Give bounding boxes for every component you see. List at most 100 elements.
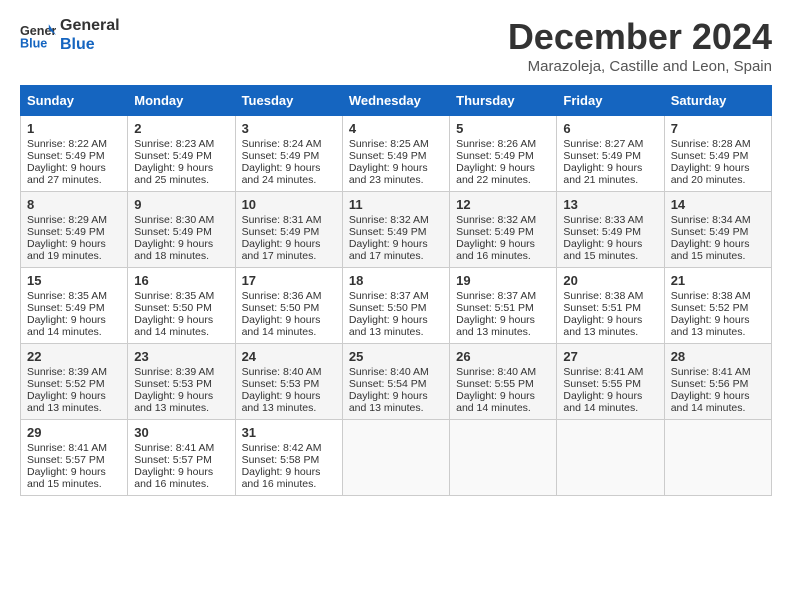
sunset-label: Sunset: 5:49 PM [242,226,320,238]
svg-text:Blue: Blue [20,37,47,51]
sunrise-label: Sunrise: 8:22 AM [27,138,107,150]
day-number: 8 [27,197,121,212]
calendar-table: SundayMondayTuesdayWednesdayThursdayFrid… [20,85,772,496]
daylight-label: Daylight: 9 hours and 16 minutes. [134,466,213,490]
weekday-header-monday: Monday [128,86,235,116]
day-number: 25 [349,349,443,364]
daylight-label: Daylight: 9 hours and 14 minutes. [134,314,213,338]
calendar-cell: 6 Sunrise: 8:27 AM Sunset: 5:49 PM Dayli… [557,116,664,192]
sunset-label: Sunset: 5:49 PM [134,150,212,162]
day-number: 29 [27,425,121,440]
day-number: 1 [27,121,121,136]
sunset-label: Sunset: 5:57 PM [134,454,212,466]
sunset-label: Sunset: 5:52 PM [27,378,105,390]
sunrise-label: Sunrise: 8:38 AM [563,290,643,302]
day-number: 13 [563,197,657,212]
sunset-label: Sunset: 5:49 PM [27,302,105,314]
sunset-label: Sunset: 5:51 PM [456,302,534,314]
day-number: 22 [27,349,121,364]
logo: General Blue General Blue [20,16,120,54]
sunrise-label: Sunrise: 8:42 AM [242,442,322,454]
calendar-cell [557,420,664,496]
logo-blue: Blue [60,35,120,54]
daylight-label: Daylight: 9 hours and 17 minutes. [242,238,321,262]
sunrise-label: Sunrise: 8:29 AM [27,214,107,226]
calendar-cell: 22 Sunrise: 8:39 AM Sunset: 5:52 PM Dayl… [21,344,128,420]
sunset-label: Sunset: 5:56 PM [671,378,749,390]
calendar-cell: 20 Sunrise: 8:38 AM Sunset: 5:51 PM Dayl… [557,268,664,344]
calendar-cell: 26 Sunrise: 8:40 AM Sunset: 5:55 PM Dayl… [450,344,557,420]
day-number: 5 [456,121,550,136]
calendar-cell: 27 Sunrise: 8:41 AM Sunset: 5:55 PM Dayl… [557,344,664,420]
calendar-cell [342,420,449,496]
day-number: 14 [671,197,765,212]
sunrise-label: Sunrise: 8:31 AM [242,214,322,226]
sunrise-label: Sunrise: 8:40 AM [349,366,429,378]
calendar-title: December 2024 [508,16,772,58]
sunset-label: Sunset: 5:55 PM [563,378,641,390]
calendar-cell: 2 Sunrise: 8:23 AM Sunset: 5:49 PM Dayli… [128,116,235,192]
daylight-label: Daylight: 9 hours and 13 minutes. [563,314,642,338]
day-number: 23 [134,349,228,364]
daylight-label: Daylight: 9 hours and 14 minutes. [27,314,106,338]
sunrise-label: Sunrise: 8:32 AM [456,214,536,226]
sunrise-label: Sunrise: 8:25 AM [349,138,429,150]
daylight-label: Daylight: 9 hours and 13 minutes. [349,314,428,338]
day-number: 12 [456,197,550,212]
sunset-label: Sunset: 5:49 PM [456,150,534,162]
calendar-cell: 17 Sunrise: 8:36 AM Sunset: 5:50 PM Dayl… [235,268,342,344]
sunset-label: Sunset: 5:58 PM [242,454,320,466]
sunset-label: Sunset: 5:49 PM [27,150,105,162]
weekday-header-tuesday: Tuesday [235,86,342,116]
sunrise-label: Sunrise: 8:38 AM [671,290,751,302]
sunrise-label: Sunrise: 8:41 AM [563,366,643,378]
daylight-label: Daylight: 9 hours and 27 minutes. [27,162,106,186]
calendar-cell: 16 Sunrise: 8:35 AM Sunset: 5:50 PM Dayl… [128,268,235,344]
calendar-cell: 24 Sunrise: 8:40 AM Sunset: 5:53 PM Dayl… [235,344,342,420]
sunset-label: Sunset: 5:49 PM [349,150,427,162]
sunrise-label: Sunrise: 8:30 AM [134,214,214,226]
daylight-label: Daylight: 9 hours and 18 minutes. [134,238,213,262]
day-number: 20 [563,273,657,288]
daylight-label: Daylight: 9 hours and 20 minutes. [671,162,750,186]
sunset-label: Sunset: 5:49 PM [671,150,749,162]
sunrise-label: Sunrise: 8:37 AM [456,290,536,302]
daylight-label: Daylight: 9 hours and 15 minutes. [563,238,642,262]
calendar-cell: 19 Sunrise: 8:37 AM Sunset: 5:51 PM Dayl… [450,268,557,344]
sunrise-label: Sunrise: 8:36 AM [242,290,322,302]
calendar-cell: 30 Sunrise: 8:41 AM Sunset: 5:57 PM Dayl… [128,420,235,496]
sunrise-label: Sunrise: 8:35 AM [27,290,107,302]
daylight-label: Daylight: 9 hours and 16 minutes. [242,466,321,490]
day-number: 2 [134,121,228,136]
day-number: 24 [242,349,336,364]
day-number: 18 [349,273,443,288]
calendar-cell: 13 Sunrise: 8:33 AM Sunset: 5:49 PM Dayl… [557,192,664,268]
day-number: 19 [456,273,550,288]
day-number: 4 [349,121,443,136]
sunset-label: Sunset: 5:49 PM [349,226,427,238]
day-number: 3 [242,121,336,136]
calendar-cell: 28 Sunrise: 8:41 AM Sunset: 5:56 PM Dayl… [664,344,771,420]
day-number: 10 [242,197,336,212]
daylight-label: Daylight: 9 hours and 24 minutes. [242,162,321,186]
sunset-label: Sunset: 5:53 PM [134,378,212,390]
calendar-cell: 15 Sunrise: 8:35 AM Sunset: 5:49 PM Dayl… [21,268,128,344]
sunset-label: Sunset: 5:50 PM [349,302,427,314]
daylight-label: Daylight: 9 hours and 13 minutes. [456,314,535,338]
sunrise-label: Sunrise: 8:33 AM [563,214,643,226]
weekday-header-saturday: Saturday [664,86,771,116]
daylight-label: Daylight: 9 hours and 14 minutes. [456,390,535,414]
daylight-label: Daylight: 9 hours and 15 minutes. [671,238,750,262]
sunset-label: Sunset: 5:49 PM [671,226,749,238]
day-number: 31 [242,425,336,440]
daylight-label: Daylight: 9 hours and 17 minutes. [349,238,428,262]
weekday-header-friday: Friday [557,86,664,116]
daylight-label: Daylight: 9 hours and 19 minutes. [27,238,106,262]
day-number: 15 [27,273,121,288]
calendar-cell: 12 Sunrise: 8:32 AM Sunset: 5:49 PM Dayl… [450,192,557,268]
calendar-cell: 29 Sunrise: 8:41 AM Sunset: 5:57 PM Dayl… [21,420,128,496]
weekday-header-sunday: Sunday [21,86,128,116]
calendar-cell: 4 Sunrise: 8:25 AM Sunset: 5:49 PM Dayli… [342,116,449,192]
sunrise-label: Sunrise: 8:41 AM [27,442,107,454]
sunrise-label: Sunrise: 8:35 AM [134,290,214,302]
